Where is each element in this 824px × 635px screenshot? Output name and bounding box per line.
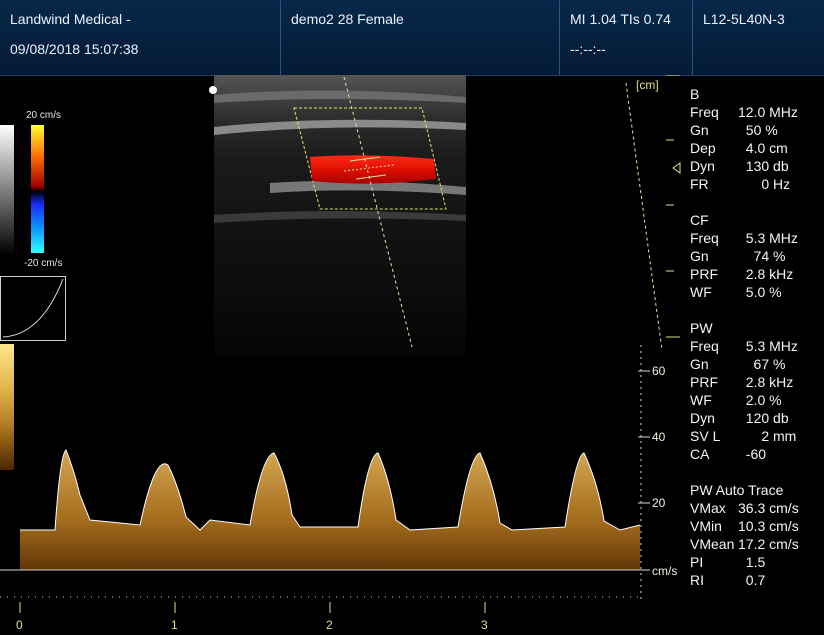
color-flow-vessel (310, 155, 436, 184)
time-label-3: 3 (481, 618, 488, 632)
pw-param-row: CA -60 (690, 446, 767, 462)
trace-row: VMax 36.3 cm/s (690, 500, 799, 516)
cf-param-row: Freq 5.3 MHz (690, 230, 798, 246)
b-param-row: Gn 50 % (690, 122, 778, 138)
time-label-0: 0 (16, 618, 23, 632)
b-mode-image (214, 75, 466, 355)
b-param-row: Dyn 130 db (690, 158, 789, 174)
pw-param-row: Freq 5.3 MHz (690, 338, 798, 354)
velocity-unit: cm/s (652, 564, 678, 578)
header-mi-tis: MI 1.04 TIs 0.74 --:--:-- (560, 0, 693, 75)
mi-tis-readout: MI 1.04 TIs 0.74 (570, 11, 671, 27)
time-label-1: 1 (171, 618, 178, 632)
pw-param-row: PRF 2.8 kHz (690, 374, 794, 390)
depth-unit-label: [cm] (636, 78, 659, 92)
cf-param-row: WF 5.0 % (690, 284, 782, 300)
patient-info: demo2 28 Female (291, 11, 404, 27)
pw-title: PW (690, 320, 713, 336)
exam-datetime: 09/08/2018 15:07:38 (10, 41, 139, 57)
time-label-2: 2 (326, 618, 333, 632)
color-scale-bottom: -20 cm/s (24, 258, 63, 269)
cf-param-row: Gn 74 % (690, 248, 786, 264)
focus-indicator-icon (672, 162, 681, 174)
b-param-row: Freq 12.0 MHz (690, 104, 798, 120)
doppler-spectrum (20, 450, 640, 570)
institution-name: Landwind Medical - (10, 11, 131, 27)
depth-scale-ticks (666, 75, 680, 338)
cf-param-row: PRF 2.8 kHz (690, 266, 794, 282)
b-param-row: Dep 4.0 cm (690, 140, 788, 156)
velocity-label-40: 40 (652, 430, 666, 444)
pw-param-row: SV L 2 mm (690, 428, 797, 444)
trace-row: VMean 17.2 cm/s (690, 536, 799, 552)
cf-title: CF (690, 212, 709, 228)
doppler-gray-bar (0, 344, 14, 470)
trace-row: RI 0.7 (690, 572, 766, 588)
trace-row: VMin 10.3 cm/s (690, 518, 799, 534)
probe-name: L12-5L40N-3 (703, 11, 785, 27)
color-velocity-bar (31, 125, 44, 253)
trace-row: PI 1.5 (690, 554, 766, 570)
color-scale-top: 20 cm/s (26, 110, 62, 121)
header-probe: L12-5L40N-3 (693, 0, 824, 75)
velocity-label-20: 20 (652, 496, 666, 510)
auto-trace-envelope (20, 449, 641, 531)
header-patient: demo2 28 Female (281, 0, 560, 75)
velocity-scale-ticks (638, 370, 650, 504)
b-mode-title: B (690, 86, 700, 102)
b-param-row: FR 0 Hz (690, 176, 791, 192)
velocity-label-60: 60 (652, 364, 666, 378)
gray-map-curve (0, 276, 66, 341)
mi-tis-sub: --:--:-- (570, 41, 606, 57)
pw-param-row: WF 2.0 % (690, 392, 782, 408)
header-institution: Landwind Medical - 09/08/2018 15:07:38 (0, 0, 281, 75)
grayscale-bar (0, 125, 14, 255)
header-bar: Landwind Medical - 09/08/2018 15:07:38 d… (0, 0, 824, 76)
pw-param-row: Gn 67 % (690, 356, 786, 372)
pw-param-row: Dyn 120 db (690, 410, 789, 426)
ultrasound-view (0, 75, 681, 613)
focus-marker (209, 86, 217, 94)
auto-trace-title: PW Auto Trace (690, 482, 784, 498)
depth-guide-line (625, 82, 663, 351)
time-axis-ticks (19, 602, 486, 613)
